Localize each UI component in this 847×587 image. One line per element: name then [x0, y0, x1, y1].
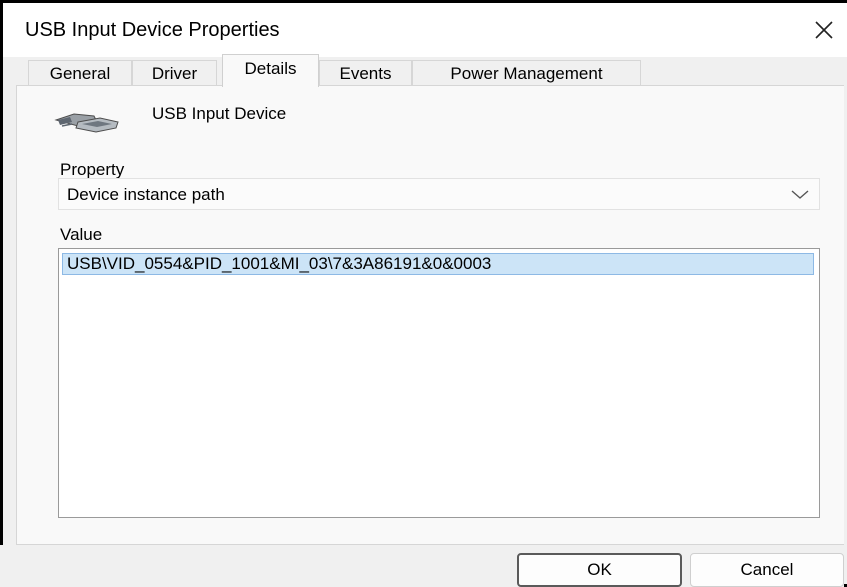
close-icon — [815, 21, 833, 39]
list-item[interactable]: USB\VID_0554&PID_1001&MI_03\7&3A86191&0&… — [62, 253, 814, 275]
property-selected-value: Device instance path — [67, 185, 225, 204]
tab-power-management[interactable]: Power Management — [412, 60, 641, 86]
tab-events[interactable]: Events — [319, 60, 412, 86]
device-name: USB Input Device — [152, 104, 287, 123]
usb-device-icon — [54, 113, 119, 133]
tab-general[interactable]: General — [28, 60, 132, 86]
ok-button[interactable]: OK — [517, 553, 682, 587]
value-label: Value — [60, 225, 103, 244]
title-bar: USB Input Device Properties — [3, 3, 847, 57]
property-dropdown[interactable]: Device instance path — [58, 178, 820, 210]
cancel-button[interactable]: Cancel — [690, 553, 844, 587]
tab-strip: General Driver Details Events Power Mana… — [0, 54, 844, 87]
property-label: Property — [60, 160, 125, 179]
close-button[interactable] — [803, 9, 845, 51]
chevron-down-icon — [791, 190, 809, 199]
tab-driver[interactable]: Driver — [132, 60, 217, 86]
value-list[interactable]: USB\VID_0554&PID_1001&MI_03\7&3A86191&0&… — [58, 248, 820, 518]
window-title: USB Input Device Properties — [25, 19, 280, 41]
tab-details[interactable]: Details — [222, 54, 319, 87]
